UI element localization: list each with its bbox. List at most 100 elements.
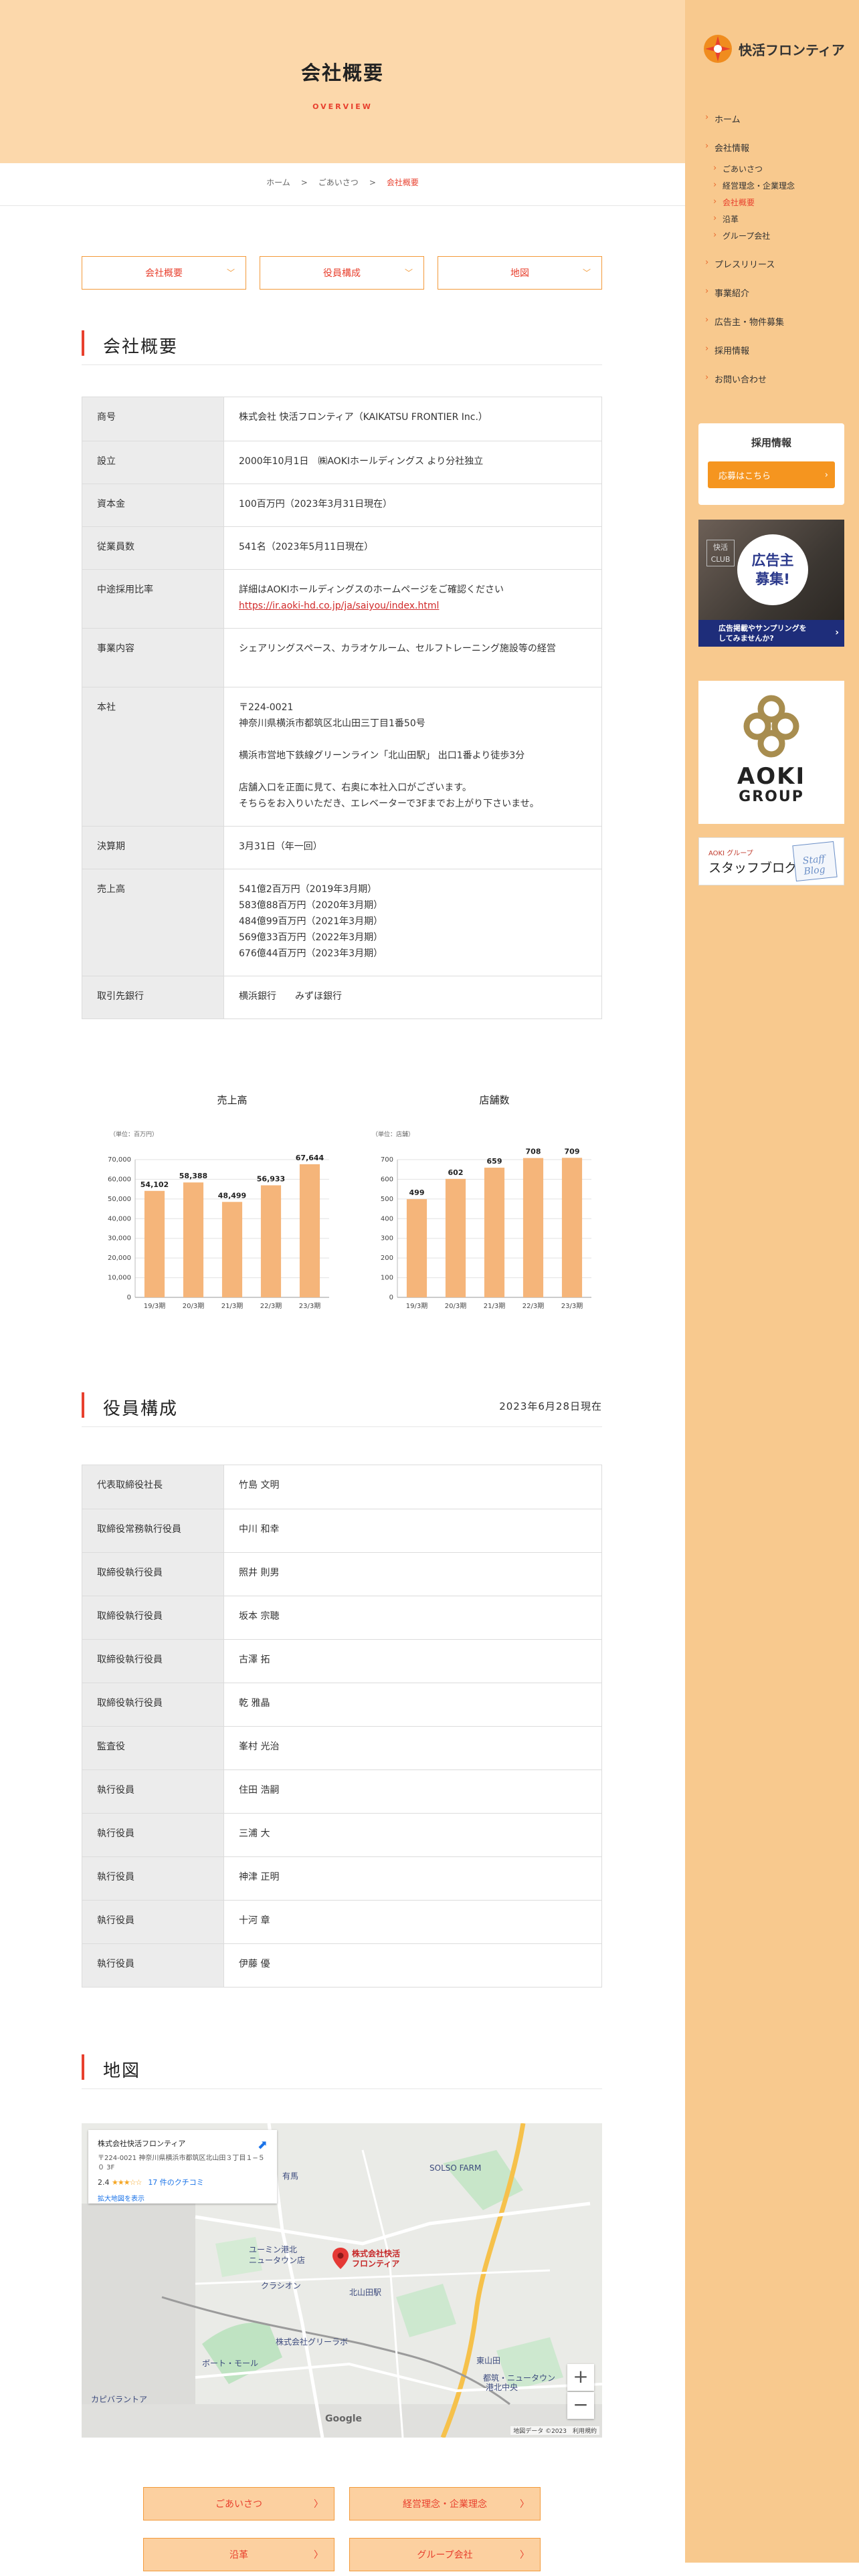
banner-caption-line: してみませんか? bbox=[719, 634, 774, 643]
table-key: 取締役執行役員 bbox=[82, 1683, 224, 1727]
chart-unit-label: （単位：百万円） bbox=[110, 1130, 158, 1138]
table-key: 執行役員 bbox=[82, 1813, 224, 1857]
aoki-group-banner[interactable]: AOKI GROUP bbox=[698, 681, 844, 824]
anchor-map-button[interactable]: 地図 ﹀ bbox=[438, 256, 602, 290]
chevron-down-icon: ﹀ bbox=[582, 268, 591, 278]
table-row: 取締役執行役員 照井 則男 bbox=[82, 1552, 602, 1596]
map-label: クラシオン bbox=[261, 2281, 301, 2290]
chart-xtick-label: 21/3期 bbox=[221, 1302, 243, 1310]
table-key: 代表取締役社長 bbox=[82, 1465, 224, 1509]
apply-button[interactable]: 応募はこちら › bbox=[708, 461, 835, 488]
embedded-map[interactable]: SOLSO FARM ユーミン港北 ニュータウン店 北山田駅 クラシオン 株式会… bbox=[82, 2123, 602, 2438]
table-value: 照井 則男 bbox=[223, 1552, 602, 1596]
breadcrumb-greeting[interactable]: ごあいさつ bbox=[318, 178, 359, 187]
map-rating: 2.4 ★★★☆☆ 17 件のクチコミ bbox=[98, 2177, 268, 2187]
chart-ytick-label: 60,000 bbox=[108, 1176, 131, 1183]
chart-bar bbox=[144, 1190, 165, 1297]
chart-ytick-label: 20,000 bbox=[108, 1255, 131, 1262]
breadcrumb: ホーム > ごあいさつ > 会社概要 bbox=[0, 177, 685, 188]
advertiser-banner[interactable]: 快活 CLUB 広告主 募集! 広告掲載やサンプリングを してみませんか? › bbox=[698, 520, 844, 647]
chart-xtick-label: 22/3期 bbox=[522, 1302, 544, 1310]
sidebar-item-philosophy[interactable]: 経営理念・企業理念 bbox=[713, 180, 849, 191]
sidebar-item-business[interactable]: 事業紹介 bbox=[705, 286, 849, 299]
chart-ytick-label: 700 bbox=[381, 1156, 393, 1164]
table-key: 本社 bbox=[82, 687, 224, 827]
map-label: カピバラントア bbox=[91, 2395, 148, 2404]
related-links: ごあいさつ〉 経営理念・企業理念〉 沿革〉 グループ会社〉 bbox=[143, 2487, 541, 2571]
banner-tag: 快活 CLUB bbox=[706, 540, 735, 566]
sidebar-item-home[interactable]: ホーム bbox=[705, 112, 849, 125]
table-row: 商号 株式会社 快活フロンティア（KAIKATSU FRONTIER Inc.） bbox=[82, 397, 602, 441]
map-enlarge-link[interactable]: 拡大地図を表示 bbox=[98, 2193, 268, 2203]
table-key: 資本金 bbox=[82, 484, 224, 527]
table-key: 執行役員 bbox=[82, 1856, 224, 1901]
directions-icon[interactable]: ⬈ bbox=[258, 2138, 268, 2152]
anchor-label: 地図 bbox=[510, 268, 529, 279]
table-row: 取締役執行役員 古澤 拓 bbox=[82, 1639, 602, 1683]
table-key: 監査役 bbox=[82, 1726, 224, 1770]
breadcrumb-home[interactable]: ホーム bbox=[266, 178, 290, 187]
table-row: 資本金 100百万円（2023年3月31日現在） bbox=[82, 484, 602, 527]
site-logo[interactable]: 快活フロンティア bbox=[702, 33, 845, 64]
chart-bar bbox=[299, 1164, 320, 1297]
table-key: 取締役執行役員 bbox=[82, 1639, 224, 1683]
sidebar-item-contact[interactable]: お問い合わせ bbox=[705, 372, 849, 385]
chevron-down-icon: ﹀ bbox=[226, 268, 235, 278]
anchor-label: 会社概要 bbox=[145, 268, 183, 279]
table-key: 売上高 bbox=[82, 869, 224, 976]
sidebar-item-company[interactable]: 会社情報 bbox=[705, 141, 849, 154]
table-key: 設立 bbox=[82, 441, 224, 484]
divider bbox=[0, 205, 685, 206]
table-key: 取引先銀行 bbox=[82, 976, 224, 1019]
table-value: 伊藤 優 bbox=[223, 1943, 602, 1988]
map-label: 北山田駅 bbox=[349, 2288, 382, 2297]
banner-caption: 広告掲載やサンプリングを してみませんか? › bbox=[698, 620, 844, 647]
map-place-name: 株式会社快活フロンティア bbox=[98, 2139, 186, 2148]
chart-ytick-label: 0 bbox=[127, 1294, 131, 1301]
stores-chart: 店舗数 （単位：店舗） 0 100 200 300 400 500 600 700 499 19/3期… bbox=[357, 1085, 605, 1319]
chart-data-label: 709 bbox=[565, 1147, 580, 1156]
table-value: 3月31日（年一回） bbox=[223, 826, 602, 869]
chart-xtick-label: 19/3期 bbox=[144, 1302, 165, 1310]
map-place-address: 〒224-0021 神奈川県横浜市都筑区北山田３丁目１−５０ 3F bbox=[98, 2155, 265, 2171]
link-greeting-button[interactable]: ごあいさつ 〉 bbox=[143, 2487, 335, 2520]
staff-blog-banner[interactable]: AOKI グループ スタッフブログ Staff Blog bbox=[698, 837, 844, 885]
map-info-card: 株式会社快活フロンティア 〒224-0021 神奈川県横浜市都筑区北山田３丁目１… bbox=[88, 2130, 277, 2204]
link-philosophy-button[interactable]: 経営理念・企業理念 〉 bbox=[349, 2487, 541, 2520]
table-key: 執行役員 bbox=[82, 1900, 224, 1944]
google-logo: Google bbox=[325, 2413, 363, 2424]
table-key: 取締役執行役員 bbox=[82, 1596, 224, 1640]
chart-bar bbox=[445, 1178, 466, 1297]
zoom-out-button[interactable]: − bbox=[567, 2392, 594, 2419]
sidebar-item-greeting[interactable]: ごあいさつ bbox=[713, 163, 849, 175]
map-label: ユーミン港北 bbox=[249, 2245, 298, 2254]
chevron-down-icon: ﹀ bbox=[404, 268, 413, 278]
map-pin[interactable] bbox=[332, 2248, 349, 2272]
zoom-in-button[interactable]: + bbox=[567, 2364, 594, 2391]
chart-data-label: 659 bbox=[487, 1157, 502, 1166]
sidebar-item-overview[interactable]: 会社概要 bbox=[713, 197, 849, 208]
sidebar-item-group[interactable]: グループ会社 bbox=[713, 230, 849, 241]
sidebar-item-recruit[interactable]: 採用情報 bbox=[705, 344, 849, 356]
sales-chart: 売上高 （単位：百万円） 0 10,000 20,000 30,000 40,000 50,0… bbox=[95, 1085, 343, 1319]
link-history-button[interactable]: 沿革 〉 bbox=[143, 2538, 335, 2571]
map-label: ニュータウン店 bbox=[249, 2256, 306, 2265]
breadcrumb-separator: > bbox=[300, 178, 308, 187]
sidebar-item-advertisers[interactable]: 広告主・物件募集 bbox=[705, 315, 849, 328]
map-pin-label: フロンティア bbox=[352, 2259, 400, 2268]
aoki-ir-link[interactable]: https://ir.aoki-hd.co.jp/ja/saiyou/index… bbox=[239, 601, 439, 611]
link-group-companies-button[interactable]: グループ会社 〉 bbox=[349, 2538, 541, 2571]
sidebar-item-press[interactable]: プレスリリース bbox=[705, 257, 849, 270]
sidebar-item-history[interactable]: 沿革 bbox=[713, 213, 849, 225]
map-attribution[interactable]: 地図データ ©2023 利用規約 bbox=[510, 2426, 599, 2435]
chevron-right-icon: 〉 bbox=[520, 2499, 529, 2510]
chart-title: 売上高 bbox=[217, 1094, 247, 1106]
map-reviews-link[interactable]: 17 件のクチコミ bbox=[148, 2178, 204, 2187]
table-value: 乾 雅晶 bbox=[223, 1683, 602, 1727]
table-row: 中途採用比率 詳細はAOKIホールディングスのホームページをご確認ください http… bbox=[82, 569, 602, 629]
anchor-officers-button[interactable]: 役員構成 ﹀ bbox=[260, 256, 424, 290]
table-key: 事業内容 bbox=[82, 628, 224, 687]
blog-sub-label: AOKI グループ bbox=[708, 850, 753, 857]
anchor-overview-button[interactable]: 会社概要 ﹀ bbox=[82, 256, 246, 290]
chart-bar bbox=[260, 1185, 282, 1297]
